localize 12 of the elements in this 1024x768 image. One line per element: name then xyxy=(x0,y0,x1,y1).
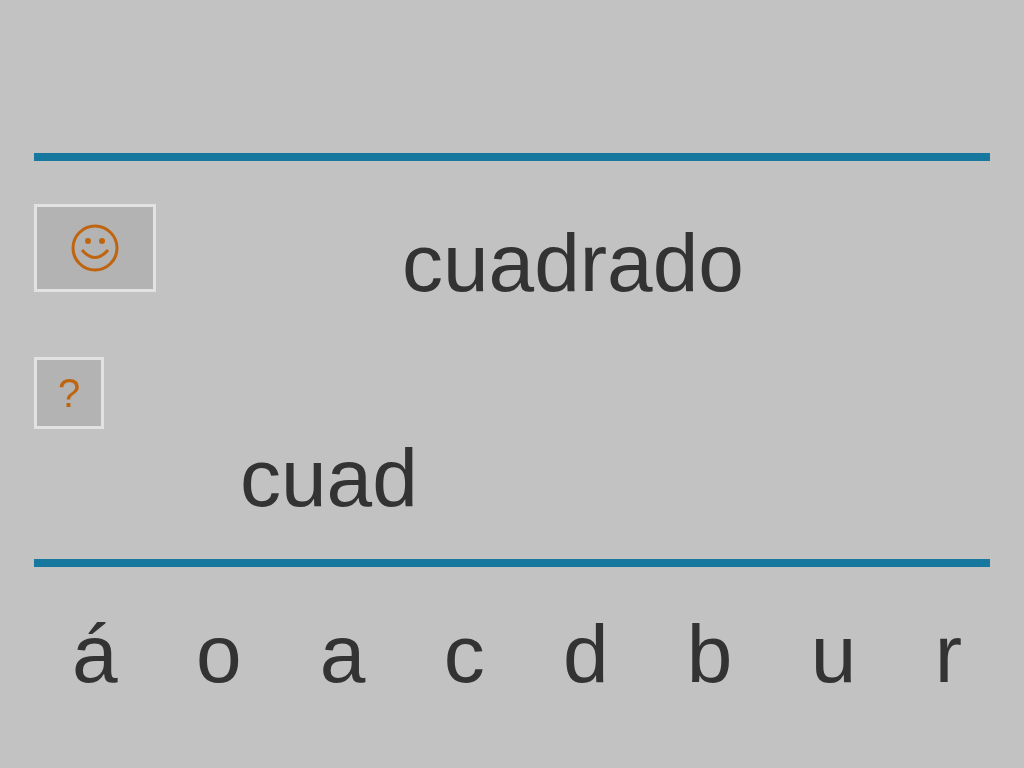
letter-key[interactable]: o xyxy=(187,607,250,701)
target-word: cuadrado xyxy=(402,216,744,310)
smiley-icon xyxy=(70,223,120,273)
letter-key[interactable]: u xyxy=(802,607,865,701)
letter-key[interactable]: a xyxy=(311,607,374,701)
letter-key[interactable]: r xyxy=(926,607,970,701)
letter-key[interactable]: á xyxy=(64,607,126,701)
letter-key[interactable]: b xyxy=(678,607,741,701)
letter-key[interactable]: d xyxy=(554,607,617,701)
letter-key[interactable]: c xyxy=(435,607,493,701)
smiley-button[interactable] xyxy=(34,204,156,292)
answer-text: cuad xyxy=(240,431,418,525)
